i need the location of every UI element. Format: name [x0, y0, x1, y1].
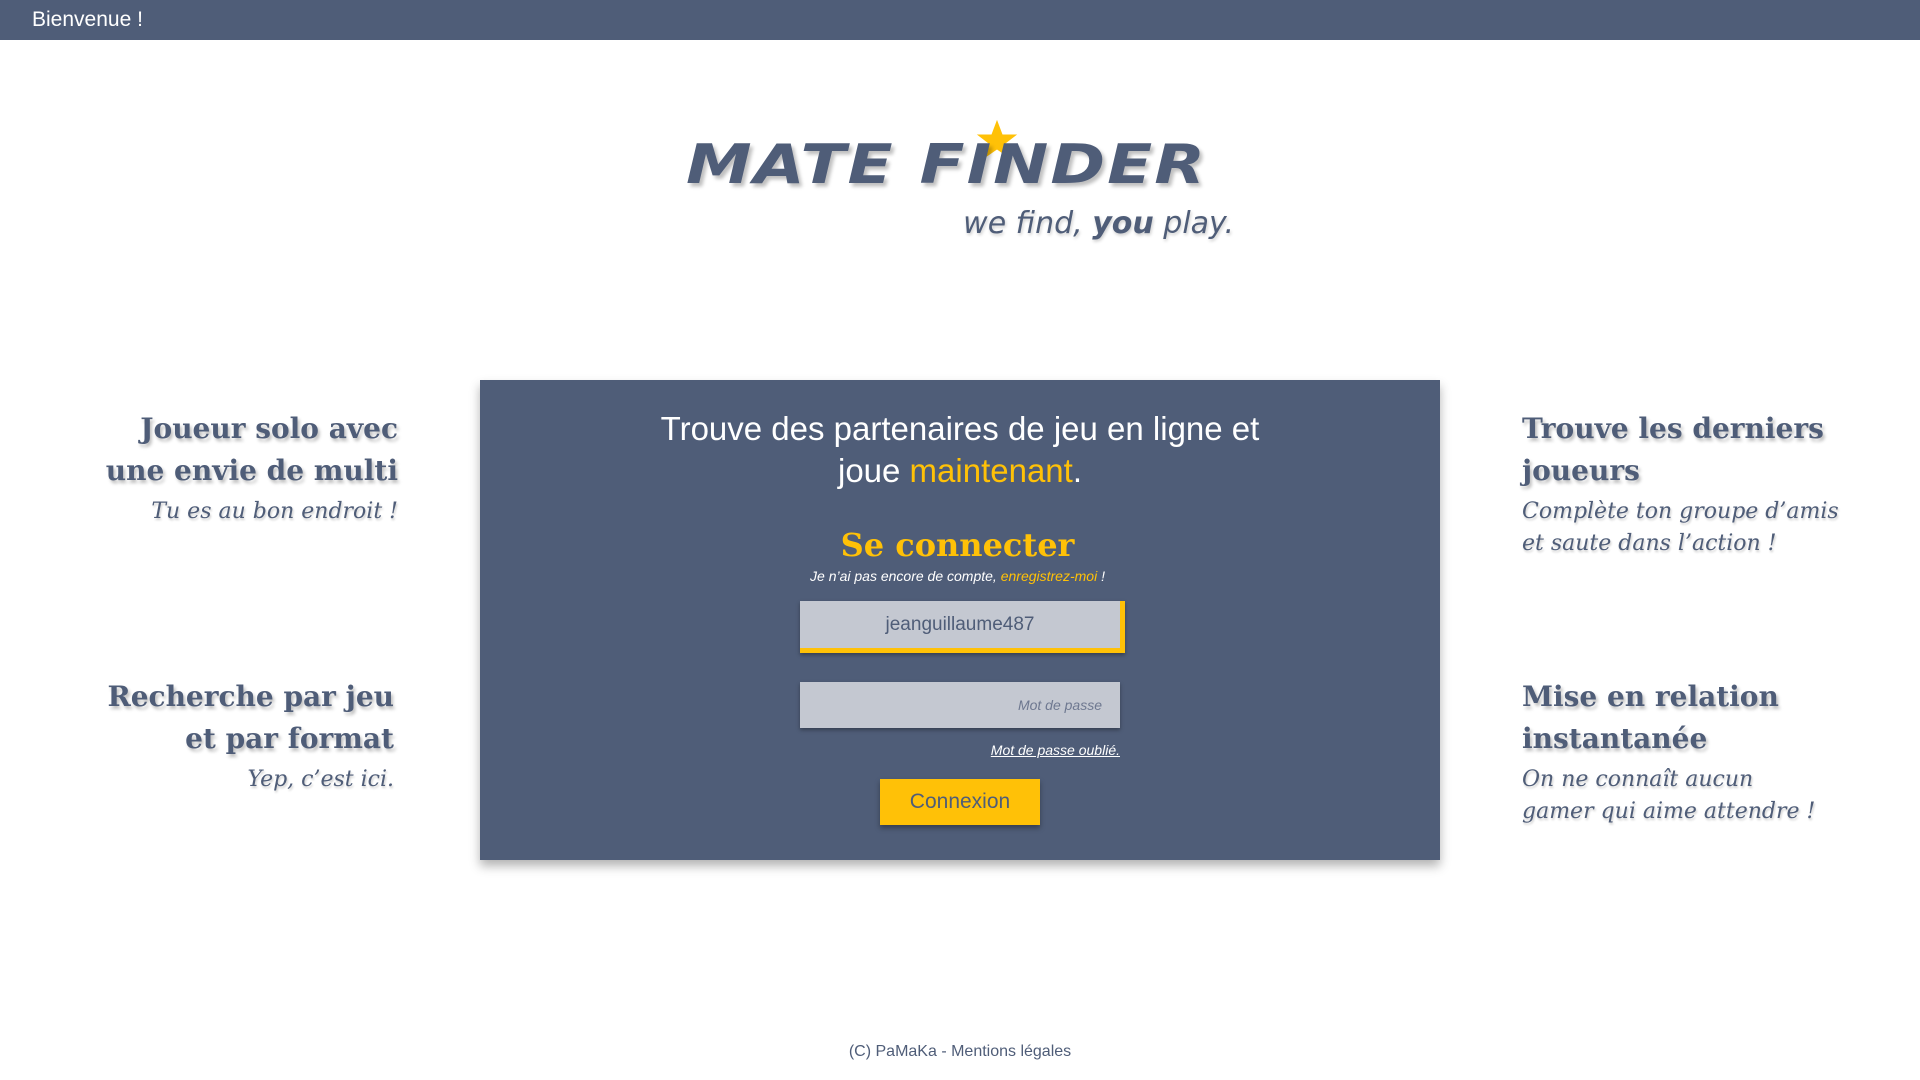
- headline-line: Trouve des partenaires de jeu en ligne e…: [660, 410, 1260, 447]
- feature-text: On ne connaît aucun gamer qui aime attend…: [1522, 764, 1882, 828]
- headline-punct: .: [1072, 452, 1082, 489]
- logo-tagline: we find, you play.: [963, 206, 1234, 241]
- feature-text: Tu es au bon endroit !: [151, 499, 398, 524]
- feature-text: Complète ton groupe d’amis et saute dans …: [1522, 496, 1902, 560]
- panel-headline: Trouve des partenaires de jeu en ligne e…: [480, 408, 1440, 492]
- feature-title: Recherche par jeu et par format: [54, 676, 394, 760]
- feature-text-line: Complète ton groupe d’amis: [1522, 499, 1839, 524]
- welcome-text: Bienvenue !: [32, 8, 143, 31]
- feature-search: Recherche par jeu et par format Yep, c’es…: [54, 676, 394, 796]
- mate-finder-logo: MATE FINDER we find, you play.: [686, 118, 1238, 248]
- login-button[interactable]: Connexion: [880, 779, 1040, 825]
- headline-line: joue: [837, 452, 910, 489]
- logo-wordmark: MATE FINDER: [686, 133, 1208, 197]
- forgot-password-link[interactable]: Mot de passe oublié.: [800, 742, 1120, 758]
- username-input[interactable]: [800, 601, 1125, 653]
- feature-title-line: Mise en relation: [1522, 680, 1779, 713]
- login-title: Se connecter: [840, 526, 1075, 564]
- feature-title-line: Recherche par jeu: [107, 680, 394, 713]
- signup-line: Je n’ai pas encore de compte, enregistre…: [480, 568, 1435, 584]
- feature-title-line: et par format: [185, 722, 394, 755]
- feature-text-line: gamer qui aime attendre !: [1522, 799, 1816, 824]
- feature-title: Mise en relation instantanée: [1522, 676, 1882, 760]
- feature-title-line: joueurs: [1522, 454, 1640, 487]
- feature-instant-match: Mise en relation instantanée On ne connaî…: [1522, 676, 1882, 828]
- feature-title-line: une envie de multi: [105, 454, 398, 487]
- feature-title-line: Joueur solo avec: [140, 412, 398, 445]
- footer-text[interactable]: (C) PaMaKa - Mentions légales: [0, 1043, 1920, 1061]
- feature-text-line: et saute dans l’action !: [1522, 531, 1777, 556]
- feature-text: Yep, c’est ici.: [247, 767, 394, 792]
- feature-title: Joueur solo avec une envie de multi: [58, 408, 398, 492]
- signup-text: !: [1097, 568, 1105, 584]
- tagline-emphasis: you: [1092, 206, 1154, 241]
- feature-latest-players: Trouve les derniers joueurs Complète ton …: [1522, 408, 1902, 560]
- feature-title-line: Trouve les derniers: [1522, 412, 1824, 445]
- tagline-part: we find,: [963, 206, 1093, 241]
- headline-highlight: maintenant: [909, 452, 1073, 489]
- login-panel: Trouve des partenaires de jeu en ligne e…: [480, 380, 1440, 860]
- password-input[interactable]: [800, 682, 1120, 728]
- tagline-part: play.: [1153, 206, 1234, 241]
- feature-title-line: instantanée: [1522, 722, 1708, 755]
- register-link[interactable]: enregistrez-moi: [1001, 568, 1097, 584]
- feature-solo-player: Joueur solo avec une envie de multi Tu es…: [58, 408, 398, 528]
- feature-text-line: On ne connaît aucun: [1522, 767, 1754, 792]
- feature-title: Trouve les derniers joueurs: [1522, 408, 1902, 492]
- top-bar: Bienvenue !: [0, 0, 1920, 40]
- signup-text: Je n’ai pas encore de compte,: [810, 568, 1001, 584]
